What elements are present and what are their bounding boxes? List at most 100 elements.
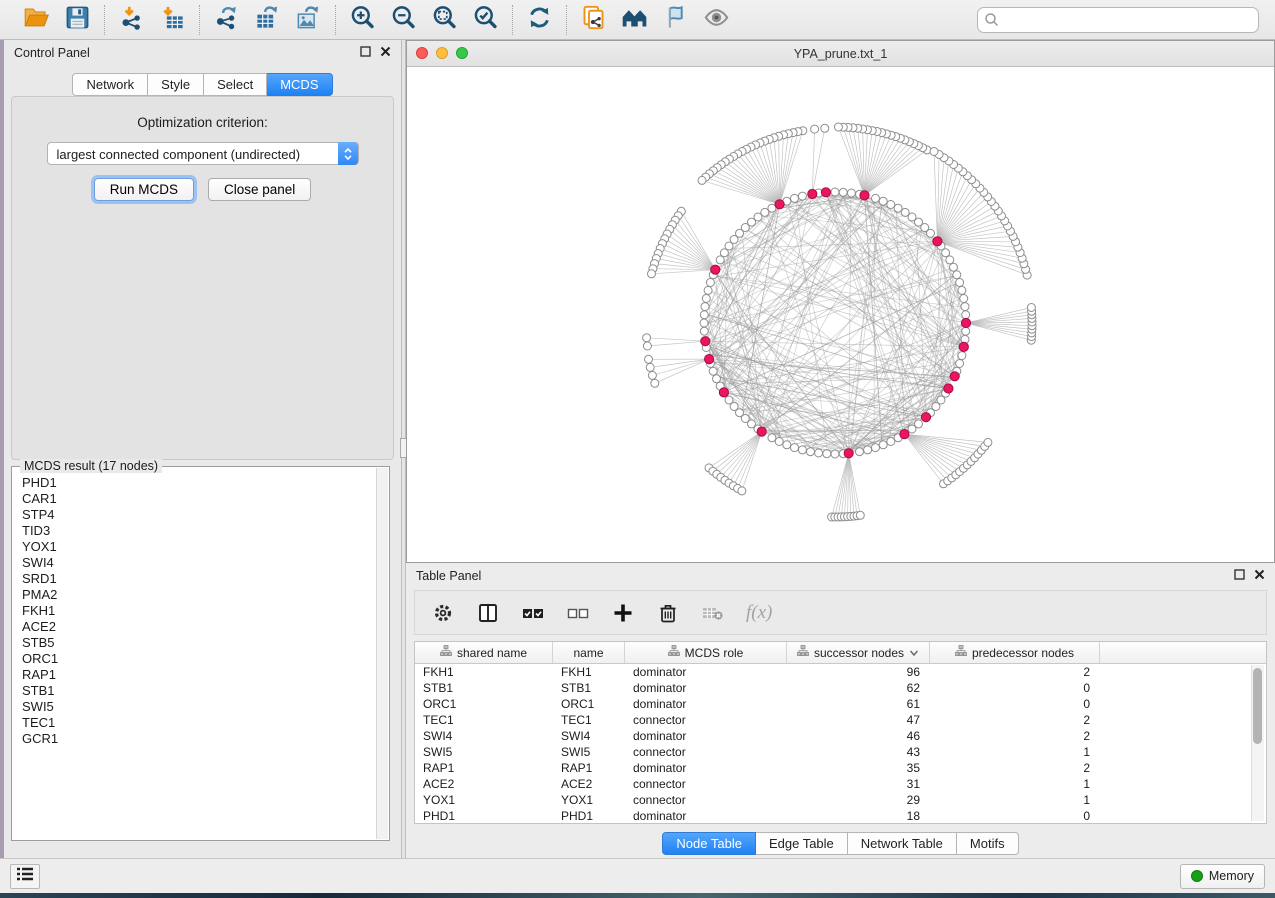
network-leaf-node[interactable]	[1027, 304, 1035, 312]
search-input[interactable]	[977, 7, 1259, 33]
cell-mcds-role[interactable]: connector	[625, 777, 787, 791]
network-node[interactable]	[847, 189, 855, 197]
close-panel-icon[interactable]	[380, 46, 391, 60]
result-node[interactable]: RAP1	[22, 667, 376, 683]
first-neighbors-button[interactable]	[621, 6, 648, 33]
cell-successor-nodes[interactable]: 62	[787, 681, 930, 695]
network-node[interactable]	[962, 311, 970, 319]
mcds-hub-node[interactable]	[775, 200, 784, 209]
network-node[interactable]	[856, 448, 864, 456]
result-node[interactable]: TEC1	[22, 715, 376, 731]
cell-shared-name[interactable]: FKH1	[415, 665, 553, 679]
network-leaf-node[interactable]	[643, 342, 651, 350]
result-node[interactable]: STP4	[22, 507, 376, 523]
result-node[interactable]: STB5	[22, 635, 376, 651]
zoom-selected-button[interactable]	[472, 6, 499, 33]
network-node[interactable]	[879, 197, 887, 205]
network-node[interactable]	[839, 188, 847, 196]
save-session-button[interactable]	[64, 6, 91, 33]
network-leaf-node[interactable]	[643, 334, 651, 342]
network-node[interactable]	[958, 286, 966, 294]
result-node[interactable]: CAR1	[22, 491, 376, 507]
cell-name[interactable]: SWI5	[553, 745, 625, 759]
cell-mcds-role[interactable]: connector	[625, 745, 787, 759]
network-canvas[interactable]	[407, 67, 1274, 562]
cell-mcds-role[interactable]: connector	[625, 713, 787, 727]
network-leaf-node[interactable]	[811, 125, 819, 133]
cell-predecessor-nodes[interactable]: 1	[930, 793, 1100, 807]
unselect-all-icon[interactable]	[566, 601, 590, 625]
cell-predecessor-nodes[interactable]: 2	[930, 713, 1100, 727]
trash-icon[interactable]	[656, 601, 680, 625]
import-table-button[interactable]	[159, 6, 186, 33]
cell-name[interactable]: ACE2	[553, 777, 625, 791]
mcds-hub-node[interactable]	[944, 384, 953, 393]
cell-successor-nodes[interactable]: 43	[787, 745, 930, 759]
network-node[interactable]	[798, 446, 806, 454]
result-node[interactable]: FKH1	[22, 603, 376, 619]
network-node[interactable]	[960, 295, 968, 303]
network-node[interactable]	[958, 352, 966, 360]
zoom-in-button[interactable]	[349, 6, 376, 33]
cell-predecessor-nodes[interactable]: 1	[930, 777, 1100, 791]
cell-name[interactable]: RAP1	[553, 761, 625, 775]
close-window-icon[interactable]	[416, 47, 428, 59]
cell-name[interactable]: TEC1	[553, 713, 625, 727]
cell-name[interactable]: SWI4	[553, 729, 625, 743]
close-panel-button[interactable]: Close panel	[208, 178, 311, 201]
mcds-hub-node[interactable]	[959, 342, 968, 351]
table-scrollbar-thumb[interactable]	[1253, 668, 1262, 744]
table-row[interactable]: ORC1ORC1dominator610	[415, 696, 1266, 712]
tab-network[interactable]: Network	[72, 73, 148, 96]
result-node[interactable]: ACE2	[22, 619, 376, 635]
network-node[interactable]	[798, 192, 806, 200]
network-node[interactable]	[700, 319, 708, 327]
network-leaf-node[interactable]	[645, 355, 653, 363]
result-node[interactable]: SRD1	[22, 571, 376, 587]
network-node[interactable]	[887, 201, 895, 209]
cell-predecessor-nodes[interactable]: 2	[930, 665, 1100, 679]
network-node[interactable]	[807, 448, 815, 456]
minimize-window-icon[interactable]	[436, 47, 448, 59]
network-leaf-node[interactable]	[646, 363, 654, 371]
network-node[interactable]	[956, 279, 964, 287]
network-node[interactable]	[915, 420, 923, 428]
network-node[interactable]	[791, 194, 799, 202]
network-node[interactable]	[962, 327, 970, 335]
network-node[interactable]	[783, 441, 791, 449]
network-node[interactable]	[879, 441, 887, 449]
hide-details-button[interactable]	[662, 6, 689, 33]
cell-name[interactable]: FKH1	[553, 665, 625, 679]
result-node[interactable]: SWI5	[22, 699, 376, 715]
network-node[interactable]	[815, 449, 823, 457]
add-column-icon[interactable]	[611, 601, 635, 625]
cell-successor-nodes[interactable]: 47	[787, 713, 930, 727]
table-row[interactable]: RAP1RAP1dominator352	[415, 760, 1266, 776]
gear-icon[interactable]	[431, 601, 455, 625]
cell-successor-nodes[interactable]: 46	[787, 729, 930, 743]
table-row[interactable]: SWI5SWI5connector431	[415, 744, 1266, 760]
network-node[interactable]	[702, 295, 710, 303]
result-node[interactable]: PHD1	[22, 475, 376, 491]
column-header-predecessor-nodes[interactable]: predecessor nodes	[930, 642, 1100, 663]
mcds-hub-node[interactable]	[921, 413, 930, 422]
network-node[interactable]	[961, 303, 969, 311]
cell-shared-name[interactable]: SWI5	[415, 745, 553, 759]
result-node[interactable]: TID3	[22, 523, 376, 539]
clone-network-button[interactable]	[580, 6, 607, 33]
network-node[interactable]	[701, 303, 709, 311]
column-header-successor-nodes[interactable]: successor nodes	[787, 642, 930, 663]
mcds-hub-node[interactable]	[821, 188, 830, 197]
table-row[interactable]: SWI4SWI4dominator462	[415, 728, 1266, 744]
tab-mcds[interactable]: MCDS	[267, 73, 332, 96]
tab-select[interactable]: Select	[204, 73, 267, 96]
cell-shared-name[interactable]: SWI4	[415, 729, 553, 743]
mcds-hub-node[interactable]	[711, 265, 720, 274]
network-leaf-node[interactable]	[834, 123, 842, 131]
table-scrollbar[interactable]	[1251, 665, 1264, 821]
cell-mcds-role[interactable]: dominator	[625, 809, 787, 823]
cell-shared-name[interactable]: ORC1	[415, 697, 553, 711]
criterion-dropdown[interactable]: largest connected component (undirected)	[47, 142, 359, 165]
cell-predecessor-nodes[interactable]: 0	[930, 681, 1100, 695]
mcds-hub-node[interactable]	[844, 449, 853, 458]
